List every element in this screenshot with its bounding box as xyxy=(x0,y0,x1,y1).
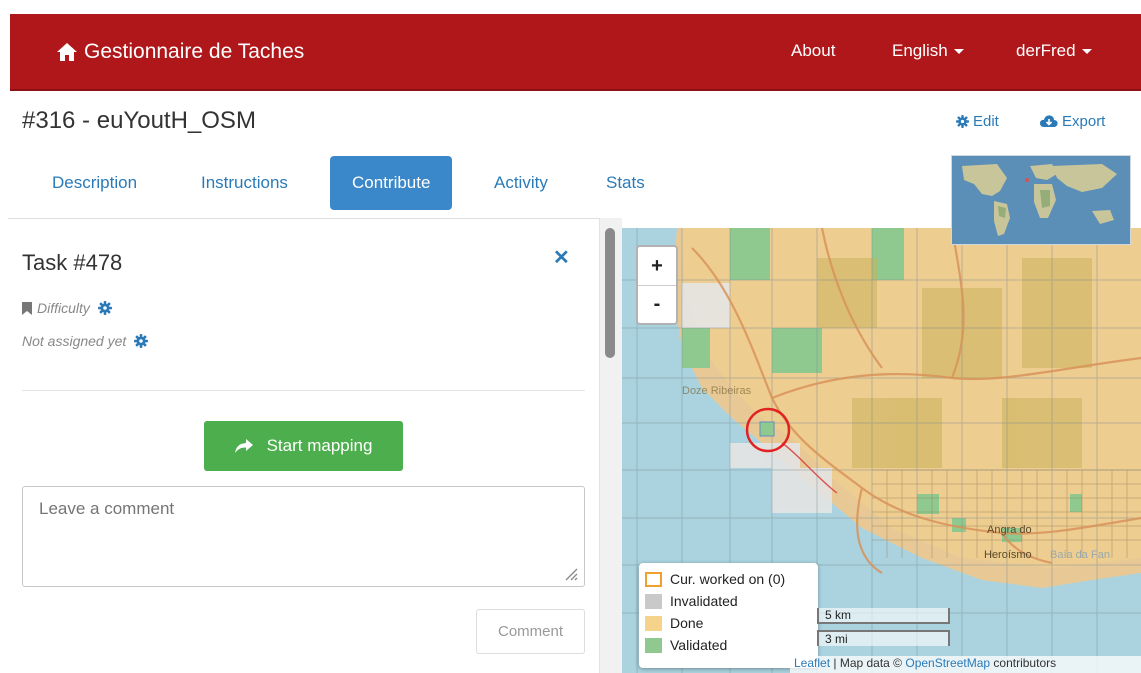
legend-label: Done xyxy=(670,615,704,631)
export-link[interactable]: Export xyxy=(1040,113,1105,130)
tab-description[interactable]: Description xyxy=(30,156,159,210)
map-legend: Cur. worked on (0) Invalidated Done Vali… xyxy=(639,563,818,668)
legend-swatch-done xyxy=(645,615,662,631)
chevron-down-icon xyxy=(953,49,964,55)
zoom-control: + - xyxy=(636,245,678,325)
assignment-label: Not assigned yet xyxy=(22,333,127,349)
difficulty-row: Difficulty xyxy=(22,300,112,316)
brand-title: Gestionnaire de Taches xyxy=(84,40,305,63)
scrollbar-thumb[interactable] xyxy=(605,228,615,358)
legend-label: Validated xyxy=(670,637,728,653)
share-arrow-icon xyxy=(234,439,253,453)
user-menu-dropdown[interactable]: derFred xyxy=(1016,41,1092,61)
section-divider xyxy=(22,390,585,391)
bookmark-icon xyxy=(22,301,32,315)
map-label-heroismo: Heroísmo xyxy=(984,549,1032,561)
legend-item: Done xyxy=(645,612,812,634)
tab-contribute[interactable]: Contribute xyxy=(330,156,453,210)
legend-swatch-invalidated xyxy=(645,593,662,609)
leaflet-link[interactable]: Leaflet xyxy=(794,656,830,670)
comment-button[interactable]: Comment xyxy=(476,609,585,654)
about-link[interactable]: About xyxy=(791,41,835,61)
resize-grip-icon[interactable] xyxy=(562,565,578,581)
map-label-doze-ribeiras: Doze Ribeiras xyxy=(682,385,752,397)
tab-instructions[interactable]: Instructions xyxy=(179,156,310,210)
start-mapping-label: Start mapping xyxy=(266,436,373,455)
chevron-down-icon xyxy=(1081,49,1092,55)
legend-swatch-validated xyxy=(645,637,662,653)
legend-swatch-current xyxy=(645,571,662,587)
legend-item: Cur. worked on (0) xyxy=(645,568,812,590)
legend-label: Invalidated xyxy=(670,593,738,609)
assignment-row: Not assigned yet xyxy=(22,333,149,349)
export-label: Export xyxy=(1062,113,1106,130)
tab-activity[interactable]: Activity xyxy=(472,156,570,210)
edit-label: Edit xyxy=(973,113,999,130)
task-title: Task #478 xyxy=(22,250,123,275)
scale-km: 5 km xyxy=(817,608,950,624)
attribution-text: | Map data © xyxy=(830,656,906,670)
project-title: #316 - euYoutH_OSM xyxy=(22,107,256,134)
language-label: English xyxy=(892,41,948,60)
top-navbar: Gestionnaire de Taches About English der… xyxy=(10,14,1141,91)
language-dropdown[interactable]: English xyxy=(892,41,964,61)
close-icon[interactable]: ✕ xyxy=(553,245,570,270)
tab-stats[interactable]: Stats xyxy=(584,156,667,210)
overview-minimap[interactable] xyxy=(951,155,1131,245)
start-mapping-button[interactable]: Start mapping xyxy=(204,421,403,471)
zoom-in-button[interactable]: + xyxy=(638,247,676,285)
legend-label: Cur. worked on (0) xyxy=(670,571,786,587)
scale-mi: 3 mi xyxy=(817,630,950,646)
edit-link[interactable]: Edit xyxy=(956,113,999,130)
attribution-tail: contributors xyxy=(990,656,1057,670)
map-label-baia: Baía da Fan xyxy=(1050,549,1110,561)
legend-item: Invalidated xyxy=(645,590,812,612)
osm-link[interactable]: OpenStreetMap xyxy=(905,656,990,670)
map-attribution: Leaflet | Map data © OpenStreetMap contr… xyxy=(790,656,1141,673)
gear-icon[interactable] xyxy=(134,334,149,348)
brand-link[interactable]: Gestionnaire de Taches xyxy=(56,40,304,64)
map-label-angra: Angra do xyxy=(987,524,1032,536)
cloud-download-icon xyxy=(1040,114,1058,127)
gear-icon xyxy=(956,115,969,128)
legend-item: Validated xyxy=(645,634,812,656)
zoom-out-button[interactable]: - xyxy=(638,285,676,323)
difficulty-label: Difficulty xyxy=(37,300,90,316)
gear-icon[interactable] xyxy=(97,301,112,315)
home-icon xyxy=(57,43,77,61)
user-name: derFred xyxy=(1016,41,1076,60)
world-minimap xyxy=(952,156,1130,244)
comment-textarea[interactable] xyxy=(22,486,585,587)
